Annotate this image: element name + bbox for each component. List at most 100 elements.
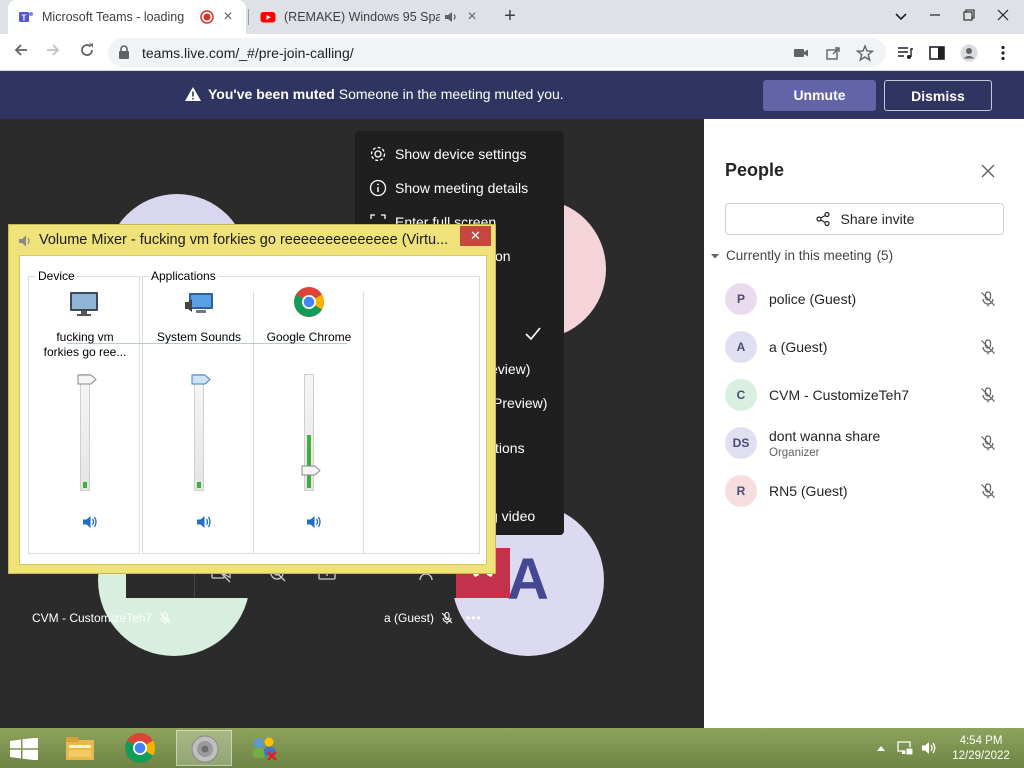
minimize-icon[interactable] xyxy=(918,0,952,34)
participant-row[interactable]: Aa (Guest) xyxy=(725,327,1005,367)
more-options-icon[interactable]: ••• xyxy=(466,611,482,625)
tab-teams[interactable]: T Microsoft Teams - loading × xyxy=(8,0,246,34)
mute-toggle-icon[interactable] xyxy=(305,514,323,530)
menu-item-meeting-details[interactable]: Show meeting details xyxy=(355,171,564,205)
participant-name: a (Guest) xyxy=(384,611,435,625)
participant-name: a (Guest) xyxy=(769,339,828,355)
mic-off-icon xyxy=(159,611,171,624)
taskbar: 4:54 PM 12/29/2022 xyxy=(0,728,1024,768)
taskbar-explorer[interactable] xyxy=(52,730,108,766)
menu-icon[interactable] xyxy=(994,44,1012,62)
avatar: DS xyxy=(725,427,757,459)
system-clock[interactable]: 4:54 PM 12/29/2022 xyxy=(946,734,1016,764)
taskbar-network-app[interactable] xyxy=(236,730,292,766)
participant-label: a (Guest) ••• xyxy=(384,611,482,625)
channel-name: Google Chrome xyxy=(266,330,352,344)
clock-time: 4:54 PM xyxy=(959,735,1003,747)
panel-title: People xyxy=(725,160,785,180)
mute-toggle-icon[interactable] xyxy=(195,514,213,530)
url-text: teams.live.com/_#/pre-join-calling/ xyxy=(142,45,354,61)
mic-off-icon xyxy=(981,387,995,403)
menu-item-device-settings[interactable]: Show device settings xyxy=(355,137,564,171)
participant-name: RN5 (Guest) xyxy=(769,483,848,499)
reload-icon[interactable] xyxy=(74,40,100,66)
forward-icon[interactable] xyxy=(40,40,66,66)
peak-meter xyxy=(83,482,87,488)
new-tab-button[interactable]: + xyxy=(498,5,522,29)
info-icon xyxy=(369,179,387,197)
star-icon[interactable] xyxy=(856,44,874,62)
share-icon[interactable] xyxy=(824,44,842,62)
mic-off-icon xyxy=(441,611,453,624)
participant-row[interactable]: Ppolice (Guest) xyxy=(725,279,1005,319)
share-invite-button[interactable]: Share invite xyxy=(725,203,1004,235)
taskbar-chrome[interactable] xyxy=(112,730,168,766)
volume-track xyxy=(194,374,204,491)
browser-toolbar: teams.live.com/_#/pre-join-calling/ xyxy=(0,34,1024,71)
participant-name: police (Guest) xyxy=(769,291,857,307)
chrome-icon xyxy=(294,287,325,317)
gear-icon xyxy=(370,146,386,162)
participant-row[interactable]: C CVM - CustomizeTeh7 xyxy=(725,375,1005,415)
back-icon[interactable] xyxy=(8,40,34,66)
window-title: Volume Mixer - fucking vm forkies go ree… xyxy=(39,232,449,248)
participant-name: CVM - CustomizeTeh7 xyxy=(32,611,153,625)
mute-toggle-icon[interactable] xyxy=(81,514,99,530)
taskbar-volume-mixer[interactable] xyxy=(176,730,232,766)
lock-icon[interactable] xyxy=(118,45,130,59)
volume-track xyxy=(80,374,90,491)
close-window-button[interactable]: ✕ xyxy=(460,226,491,246)
volume-slider-thumb[interactable] xyxy=(191,374,211,385)
start-icon[interactable] xyxy=(10,738,38,760)
chevron-down-icon xyxy=(711,253,719,258)
section-label: Currently in this meeting xyxy=(726,248,872,263)
close-tab-icon[interactable]: × xyxy=(464,8,480,26)
participant-name: CVM - CustomizeTeh7 xyxy=(769,387,910,403)
menu-item-label: on xyxy=(495,248,511,264)
peak-meter xyxy=(307,435,311,488)
muted-text: Someone in the meeting muted you. xyxy=(338,86,564,102)
close-icon[interactable] xyxy=(978,161,998,181)
participant-role: Organizer xyxy=(769,447,820,459)
participant-row[interactable]: R RN5 (Guest) xyxy=(725,471,1005,511)
section-header[interactable]: Currently in this meeting (5) xyxy=(710,248,893,263)
tab-search-icon[interactable] xyxy=(884,0,918,34)
svg-text:T: T xyxy=(22,13,27,22)
volume-mixer-window: Volume Mixer - fucking vm forkies go ree… xyxy=(8,224,496,574)
menu-item-label: tions xyxy=(495,440,525,456)
address-bar[interactable]: teams.live.com/_#/pre-join-calling/ xyxy=(108,38,886,67)
audio-playing-icon[interactable] xyxy=(444,10,458,24)
restore-icon[interactable] xyxy=(952,0,986,34)
network-icon[interactable] xyxy=(896,739,914,757)
speaker-icon xyxy=(191,735,219,763)
media-icon[interactable] xyxy=(896,44,914,62)
channel-name: System Sounds xyxy=(156,330,242,344)
mic-off-icon xyxy=(981,483,995,499)
avatar: A xyxy=(725,331,757,363)
mic-off-icon xyxy=(981,339,995,355)
menu-item-label: eview) xyxy=(490,361,531,377)
tab-youtube[interactable]: (REMAKE) Windows 95 Spar × xyxy=(250,0,490,34)
mixer-body: Device Applications fucking vm forkies go… xyxy=(19,255,487,565)
menu-item-label: Preview) xyxy=(493,395,548,411)
network-users-icon xyxy=(253,737,277,761)
volume-slider-thumb[interactable] xyxy=(301,465,321,476)
show-hidden-icons-icon[interactable] xyxy=(876,744,886,752)
peak-meter xyxy=(197,482,201,488)
side-panel-icon[interactable] xyxy=(928,44,946,62)
close-window-icon[interactable] xyxy=(986,0,1020,34)
camera-icon[interactable] xyxy=(792,44,810,62)
chrome-icon xyxy=(125,733,156,763)
dismiss-button[interactable]: Dismiss xyxy=(884,80,992,111)
volume-icon[interactable] xyxy=(920,739,938,757)
tab-separator xyxy=(248,9,249,25)
volume-slider-thumb[interactable] xyxy=(77,374,97,385)
close-tab-icon[interactable]: × xyxy=(220,8,236,26)
avatar: P xyxy=(725,283,757,315)
profile-icon[interactable] xyxy=(960,44,978,62)
unmute-button[interactable]: Unmute xyxy=(763,80,876,111)
share-icon xyxy=(815,211,830,227)
participant-count: (5) xyxy=(876,248,894,263)
participant-row[interactable]: DS dont wanna share Organizer xyxy=(725,423,1005,463)
participant-name: dont wanna share xyxy=(769,428,881,444)
